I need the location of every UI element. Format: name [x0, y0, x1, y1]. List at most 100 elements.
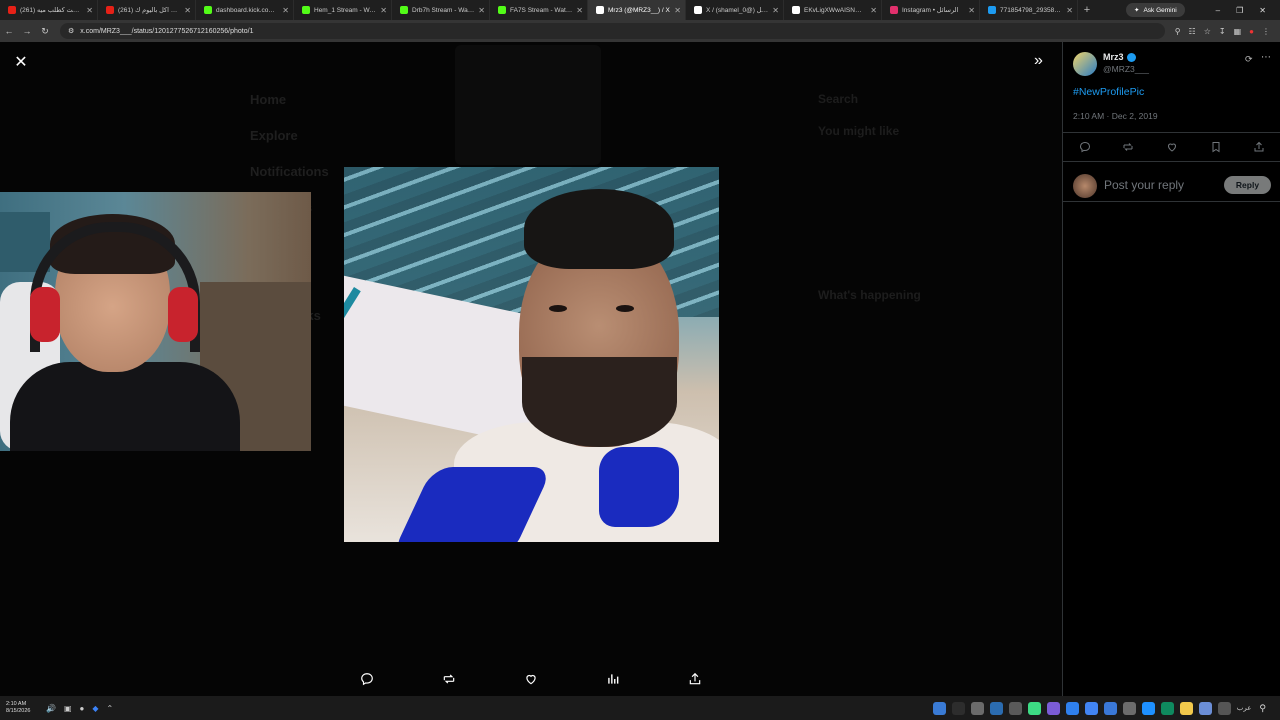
views-icon[interactable] [600, 666, 626, 692]
user-avatar[interactable] [1073, 174, 1097, 198]
chevron-up-icon[interactable]: ⌃ [107, 704, 114, 713]
dimmed-nav-item: Explore [250, 128, 298, 143]
taskbar-app-icon[interactable] [1179, 701, 1193, 715]
browser-tab[interactable]: (261) ايش اكل باليوم ك...✕ [98, 0, 196, 20]
taskbar-app-icon[interactable] [1065, 701, 1079, 715]
extensions-icon[interactable]: ▦ [1234, 27, 1242, 36]
browser-tab[interactable]: Hem_1 Stream - Watch... ✕ [294, 0, 392, 20]
menu-icon[interactable]: ⋮ [1262, 27, 1270, 36]
tab-title: 771854798_29358234... [1000, 6, 1062, 14]
browser-tab[interactable]: Instagram • الرسائل ✕ [882, 0, 980, 20]
taskbar-app-icon[interactable] [951, 701, 965, 715]
close-tab-icon[interactable]: ✕ [1066, 6, 1073, 15]
browser-tab[interactable]: dashboard.kick.com/st... ✕ [196, 0, 294, 20]
taskbar-app-icon[interactable] [970, 701, 984, 715]
close-tab-icon[interactable]: ✕ [86, 6, 93, 15]
dimmed-nav-item: Notifications [250, 164, 329, 179]
favicon-icon [988, 6, 996, 14]
address-bar[interactable]: ⚙ x.com/MRZ3___/status/12012775267121602… [60, 23, 1165, 39]
browser-tab[interactable]: 771854798_29358234... ✕ [980, 0, 1078, 20]
grok-icon[interactable]: ⟳ [1245, 54, 1253, 65]
download-icon[interactable]: ↧ [1219, 27, 1226, 36]
taskbar-app-icon[interactable] [1198, 701, 1212, 715]
close-tab-icon[interactable]: ✕ [478, 6, 485, 15]
bookmark-star-icon[interactable]: ☆ [1204, 27, 1211, 36]
hashtag-link[interactable]: #NewProfilePic [1073, 86, 1144, 98]
favicon-icon [106, 6, 114, 14]
profile-icon[interactable]: ● [1249, 27, 1254, 36]
close-tab-icon[interactable]: ✕ [968, 6, 975, 15]
close-tab-icon[interactable]: ✕ [576, 6, 583, 15]
tab-title: Instagram • الرسائل [902, 7, 959, 14]
share-icon[interactable] [1253, 141, 1265, 153]
taskbar-app-icon[interactable] [1122, 701, 1136, 715]
taskbar-app-icon[interactable] [1160, 701, 1174, 715]
repost-icon[interactable] [436, 666, 462, 692]
network-icon[interactable]: ▣ [64, 704, 72, 713]
input-language[interactable]: عرب [1237, 704, 1252, 712]
repost-icon[interactable] [1122, 141, 1134, 153]
author-handle[interactable]: @MRZ3___ [1103, 64, 1149, 74]
reply-button[interactable]: Reply [1224, 176, 1271, 194]
back-icon[interactable]: ← [0, 26, 18, 36]
avatar[interactable] [1073, 52, 1097, 76]
volume-icon[interactable]: 🔊 [46, 704, 56, 713]
reload-icon[interactable]: ↻ [36, 26, 54, 37]
close-window-icon[interactable]: ✕ [1259, 6, 1266, 15]
taskbar-app-icon[interactable] [989, 701, 1003, 715]
window-controls: – ❐ ✕ [1216, 6, 1280, 15]
site-info-icon[interactable]: ⚙ [68, 27, 74, 35]
taskbar-app-icon[interactable] [1103, 701, 1117, 715]
bluetooth-icon[interactable]: ◆ [92, 704, 98, 713]
gemini-label: Ask Gemini [1143, 6, 1177, 14]
tweet-photo[interactable] [344, 167, 719, 542]
close-tab-icon[interactable]: ✕ [870, 6, 877, 15]
taskbar-app-icon[interactable] [1084, 701, 1098, 715]
browser-tab[interactable]: Mrz3 (@MRZ3__) / X ✕ [588, 0, 686, 20]
dimmed-section-title: Search [818, 92, 859, 106]
reply-icon[interactable] [354, 666, 380, 692]
tweet-timestamp[interactable]: 2:10 AM · Dec 2, 2019 [1073, 111, 1158, 121]
browser-tab[interactable]: FA7S Stream - Watch L...✕ [490, 0, 588, 20]
taskbar-app-icon[interactable] [1141, 701, 1155, 715]
translate-icon[interactable]: ☷ [1189, 27, 1196, 36]
ask-gemini-button[interactable]: ✦ Ask Gemini [1126, 3, 1185, 17]
close-tab-icon[interactable]: ✕ [282, 6, 289, 15]
dimmed-section-title: You might like [818, 124, 900, 138]
new-tab-button[interactable]: + [1078, 4, 1096, 16]
taskbar-clock[interactable]: 2:10 AM 8/15/2026 [0, 701, 40, 715]
bookmark-icon[interactable] [1210, 141, 1222, 153]
taskbar-app-icon[interactable] [1046, 701, 1060, 715]
taskbar-app-icon[interactable] [1217, 701, 1231, 715]
share-icon[interactable] [682, 666, 708, 692]
close-icon[interactable]: ✕ [12, 52, 30, 72]
collapse-panel-icon[interactable]: » [1034, 52, 1043, 70]
close-tab-icon[interactable]: ✕ [184, 6, 191, 15]
browser-toolbar: ← → ↻ ⚙ x.com/MRZ3___/status/12012775267… [0, 20, 1280, 42]
browser-tab[interactable]: X / (shamel_0@) شامل ✕ [686, 0, 784, 20]
browser-tab[interactable]: (261) مشت كطلب ميه...✕ [0, 0, 98, 20]
taskbar-app-icon[interactable] [1027, 701, 1041, 715]
browser-tab[interactable]: EKvLigXWwAISNO (4... ✕ [784, 0, 882, 20]
author-name[interactable]: Mrz3 [1103, 52, 1124, 62]
webcam-overlay [0, 192, 311, 451]
reply-icon[interactable] [1079, 141, 1091, 153]
close-tab-icon[interactable]: ✕ [380, 6, 387, 15]
close-tab-icon[interactable]: ✕ [772, 6, 779, 15]
restore-icon[interactable]: ❐ [1236, 6, 1243, 15]
close-tab-icon[interactable]: ✕ [674, 6, 681, 15]
forward-icon[interactable]: → [18, 26, 36, 36]
more-options-icon[interactable]: ⋯ [1261, 52, 1271, 63]
favicon-icon [8, 6, 16, 14]
minimize-icon[interactable]: – [1216, 6, 1220, 15]
mic-icon[interactable]: ● [80, 704, 85, 713]
like-icon[interactable] [518, 666, 544, 692]
search-icon[interactable]: ⚲ [1259, 703, 1266, 714]
reply-input[interactable]: Post your reply [1104, 178, 1184, 192]
browser-tab[interactable]: Drb7h Stream - Watch... ✕ [392, 0, 490, 20]
like-icon[interactable] [1166, 141, 1178, 153]
dimmed-nav-item: Home [250, 92, 287, 107]
taskbar-app-icon[interactable] [1008, 701, 1022, 715]
zoom-icon[interactable]: ⚲ [1175, 27, 1181, 36]
taskbar-app-icon[interactable] [932, 701, 946, 715]
